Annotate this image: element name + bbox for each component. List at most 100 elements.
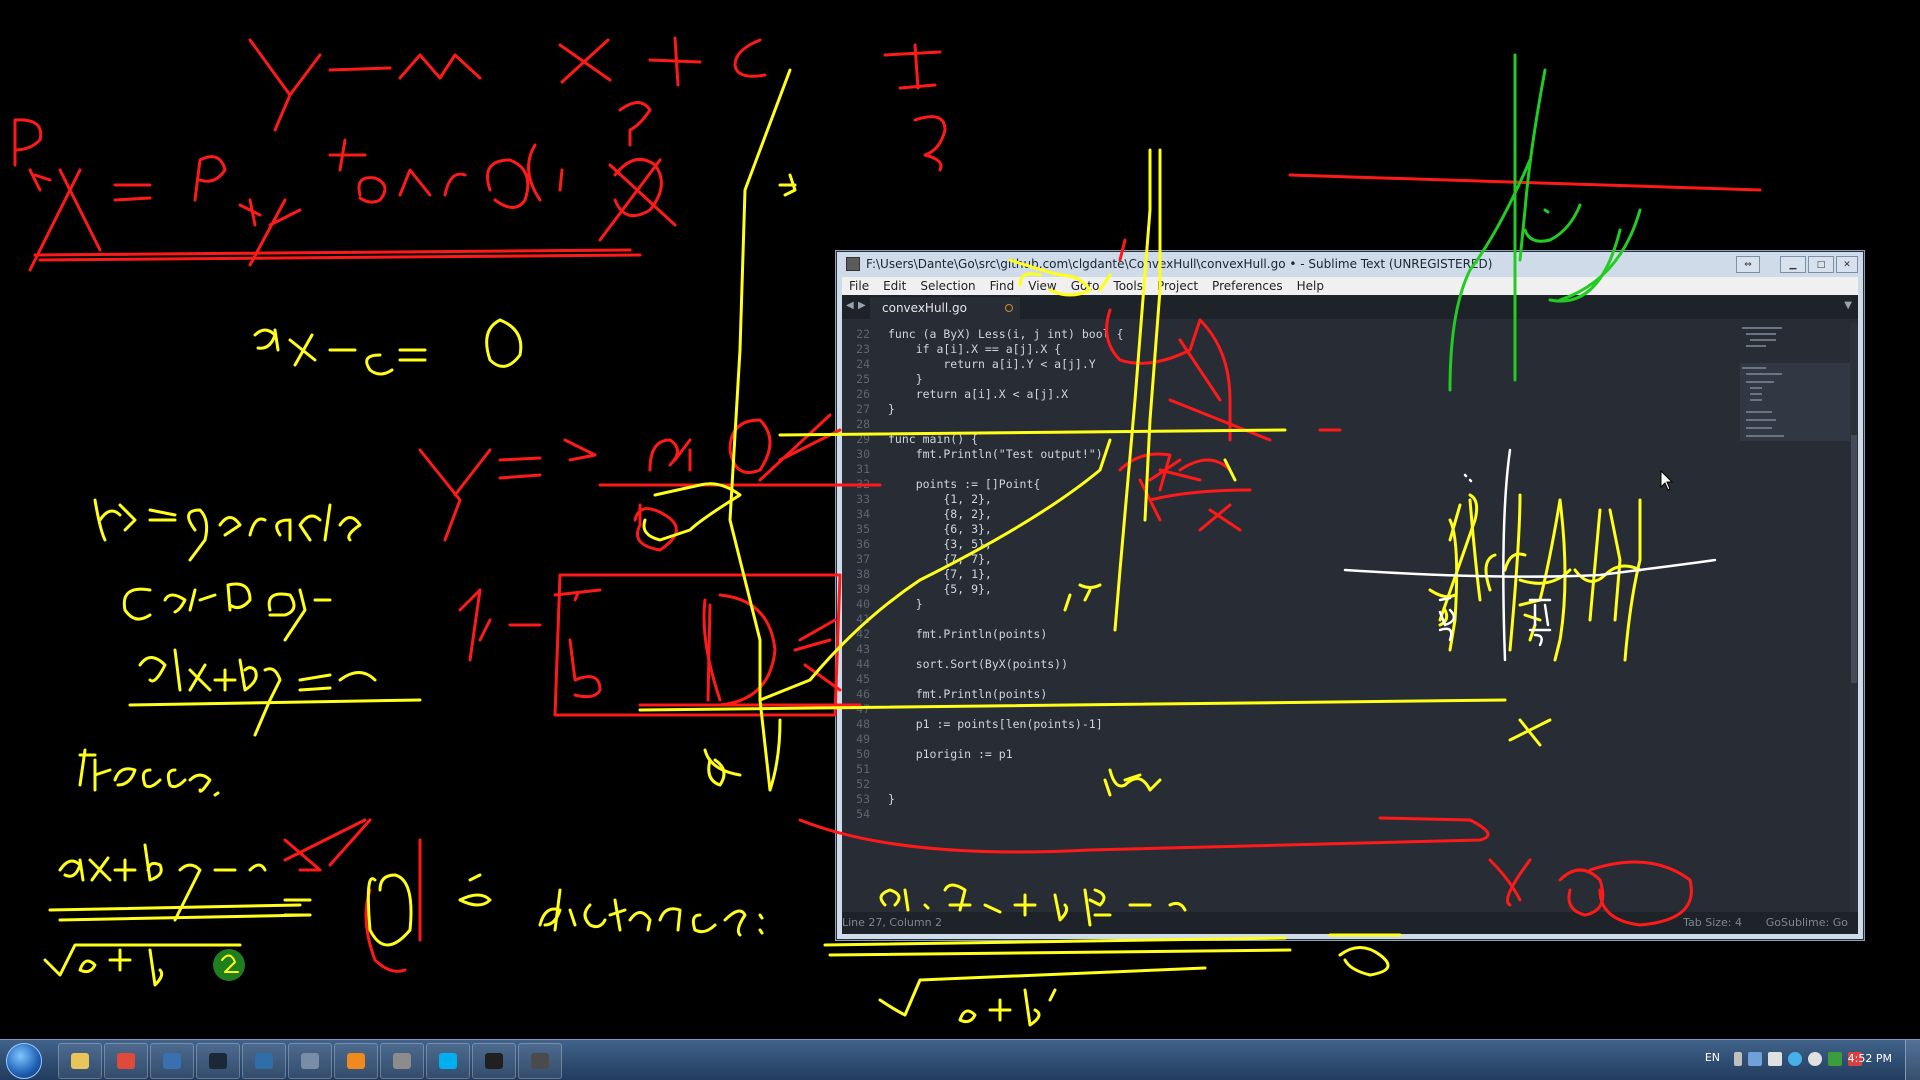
taskbar-sublime-button[interactable] — [518, 1043, 562, 1079]
taskbar-steam-button[interactable] — [196, 1043, 240, 1079]
tab-dropdown-icon[interactable]: ▼ — [1844, 300, 1852, 311]
code-line[interactable]: 38 {7, 1}, — [842, 567, 1742, 582]
title-bar[interactable]: F:\Users\Dante\Go\src\github.com\clgdant… — [836, 251, 1864, 277]
editor[interactable]: ◀ ▶ convexHull.go ▼ 22 func (a ByX) Less(… — [842, 295, 1858, 934]
menu-preferences[interactable]: Preferences — [1205, 279, 1290, 293]
code-text[interactable]: fmt.Println("Test output!") — [876, 447, 1103, 462]
code-line[interactable]: 45 — [842, 672, 1742, 687]
code-line[interactable]: 44 sort.Sort(ByX(points)) — [842, 657, 1742, 672]
menu-goto[interactable]: Goto — [1064, 279, 1107, 293]
code-line[interactable]: 29 func main() { — [842, 432, 1742, 447]
taskbar-explorer-button[interactable] — [58, 1043, 102, 1079]
taskbar-chrome-button[interactable] — [104, 1043, 148, 1079]
code-text[interactable]: points := []Point{ — [876, 477, 1041, 492]
code-text[interactable] — [876, 642, 888, 657]
tray-app-icon[interactable] — [1788, 1052, 1802, 1066]
code-text[interactable]: sort.Sort(ByX(points)) — [876, 657, 1068, 672]
vertical-scrollbar[interactable] — [1850, 323, 1858, 912]
code-line[interactable]: 46 fmt.Println(points) — [842, 687, 1742, 702]
code-line[interactable]: 33 {1, 2}, — [842, 492, 1742, 507]
code-line[interactable]: 54 — [842, 807, 1742, 822]
code-text[interactable] — [876, 762, 888, 777]
code-line[interactable]: 35 {6, 3}, — [842, 522, 1742, 537]
code-text[interactable]: } — [876, 372, 923, 387]
taskbar-virtualbox-button[interactable] — [288, 1043, 332, 1079]
code-text[interactable] — [876, 807, 888, 822]
code-text[interactable] — [876, 702, 888, 717]
tab-convexhull[interactable]: convexHull.go — [870, 297, 1020, 319]
code-line[interactable]: 31 — [842, 462, 1742, 477]
code-line[interactable]: 49 — [842, 732, 1742, 747]
taskbar-cmd-button[interactable] — [472, 1043, 516, 1079]
language-indicator[interactable]: EN — [1705, 1051, 1720, 1064]
code-text[interactable]: } — [876, 597, 923, 612]
code-line[interactable]: 28 — [842, 417, 1742, 432]
code-text[interactable]: return a[i].X < a[j].X — [876, 387, 1068, 402]
menu-edit[interactable]: Edit — [876, 279, 913, 293]
code-text[interactable]: {7, 1}, — [876, 567, 991, 582]
code-text[interactable]: fmt.Println(points) — [876, 687, 1048, 702]
code-text[interactable]: p1 := points[len(points)-1] — [876, 717, 1103, 732]
code-line[interactable]: 52 — [842, 777, 1742, 792]
scrollbar-thumb[interactable] — [1851, 435, 1857, 683]
menu-find[interactable]: Find — [983, 279, 1022, 293]
code-line[interactable]: 22 func (a ByX) Less(i, j int) bool { — [842, 327, 1742, 342]
code-line[interactable]: 25 } — [842, 372, 1742, 387]
tray-volume-icon[interactable] — [1808, 1052, 1822, 1066]
code-line[interactable]: 53} — [842, 792, 1742, 807]
code-text[interactable]: {8, 2}, — [876, 507, 991, 522]
code-text[interactable]: } — [876, 792, 895, 807]
code-line[interactable]: 36 {3, 5}, — [842, 537, 1742, 552]
menu-help[interactable]: Help — [1290, 279, 1331, 293]
close-icon[interactable]: ✕ — [1836, 256, 1858, 273]
code-line[interactable]: 37 {7, 7}, — [842, 552, 1742, 567]
taskbar-sourcetree-button[interactable] — [242, 1043, 286, 1079]
code-text[interactable]: p1origin := p1 — [876, 747, 1013, 762]
clock[interactable]: 4:52 PM — [1848, 1052, 1892, 1065]
code-line[interactable]: 40 } — [842, 597, 1742, 612]
code-text[interactable]: func main() { — [876, 432, 978, 447]
tray-security-icon[interactable] — [1828, 1052, 1842, 1066]
code-text[interactable] — [876, 462, 888, 477]
taskbar-vlc-button[interactable] — [334, 1043, 378, 1079]
menu-file[interactable]: File — [842, 279, 876, 293]
taskbar-audio-button[interactable] — [380, 1043, 424, 1079]
code-text[interactable]: {6, 3}, — [876, 522, 991, 537]
code-line[interactable]: 27} — [842, 402, 1742, 417]
code-line[interactable]: 26 return a[i].X < a[j].X — [842, 387, 1742, 402]
code-line[interactable]: 39 {5, 9}, — [842, 582, 1742, 597]
code-line[interactable]: 24 return a[i].Y < a[j].Y — [842, 357, 1742, 372]
code-text[interactable]: {5, 9}, — [876, 582, 991, 597]
menu-view[interactable]: View — [1021, 279, 1063, 293]
code-text[interactable] — [876, 672, 888, 687]
code-line[interactable]: 42 fmt.Println(points) — [842, 627, 1742, 642]
code-line[interactable]: 51 — [842, 762, 1742, 777]
tab-prev-icon[interactable]: ◀ — [846, 300, 854, 311]
taskbar-steam-console-button[interactable] — [150, 1043, 194, 1079]
code-line[interactable]: 30 fmt.Println("Test output!") — [842, 447, 1742, 462]
code-text[interactable]: } — [876, 402, 895, 417]
code-line[interactable]: 47 — [842, 702, 1742, 717]
code-line[interactable]: 32 points := []Point{ — [842, 477, 1742, 492]
tray-expand-icon[interactable] — [1734, 1052, 1742, 1066]
unsaved-dot-icon[interactable] — [1005, 304, 1013, 312]
tray-steam-icon[interactable] — [1768, 1052, 1782, 1066]
tray-network-icon[interactable] — [1748, 1052, 1762, 1066]
taskbar-skype-button[interactable] — [426, 1043, 470, 1079]
code-text[interactable]: if a[i].X == a[j].X { — [876, 342, 1061, 357]
code-line[interactable]: 23 if a[i].X == a[j].X { — [842, 342, 1742, 357]
minimize-icon[interactable]: ▁ — [1780, 256, 1806, 273]
code-text[interactable]: return a[i].Y < a[j].Y — [876, 357, 1095, 372]
code-text[interactable]: fmt.Println(points) — [876, 627, 1048, 642]
code-line[interactable]: 43 — [842, 642, 1742, 657]
code-line[interactable]: 41 — [842, 612, 1742, 627]
tab-next-icon[interactable]: ▶ — [858, 300, 866, 311]
code-text[interactable]: {1, 2}, — [876, 492, 991, 507]
menu-tools[interactable]: Tools — [1106, 279, 1150, 293]
code-text[interactable]: func (a ByX) Less(i, j int) bool { — [876, 327, 1123, 342]
code-line[interactable]: 48 p1 := points[len(points)-1] — [842, 717, 1742, 732]
code-line[interactable]: 34 {8, 2}, — [842, 507, 1742, 522]
code-area[interactable]: 22 func (a ByX) Less(i, j int) bool {23 i… — [842, 327, 1742, 822]
tab-size[interactable]: Tab Size: 4 — [1683, 916, 1742, 929]
start-button[interactable] — [6, 1043, 42, 1079]
